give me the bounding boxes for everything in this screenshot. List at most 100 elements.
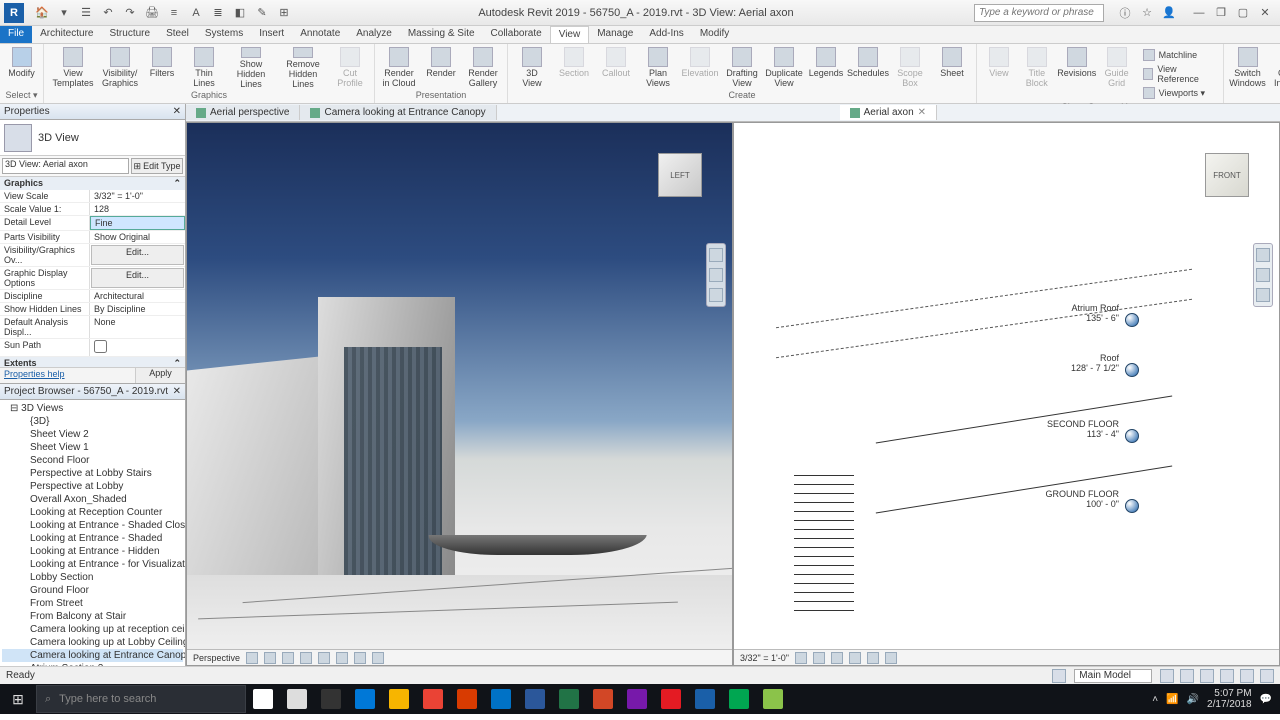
select-links-icon[interactable] bbox=[1180, 669, 1194, 683]
ribbon-sheet[interactable]: Sheet bbox=[932, 46, 972, 90]
menu-tab-file[interactable]: File bbox=[0, 26, 32, 43]
workset-icon[interactable] bbox=[1052, 669, 1066, 683]
design-options-selector[interactable]: Main Model bbox=[1074, 669, 1152, 683]
instance-selector[interactable]: 3D View: Aerial axon bbox=[2, 158, 129, 174]
taskbar-app[interactable] bbox=[552, 684, 586, 714]
menu-tab-modify[interactable]: Modify bbox=[692, 26, 737, 43]
tray-up-icon[interactable]: ˄ bbox=[1152, 694, 1158, 705]
ribbon-render[interactable]: Render bbox=[421, 46, 461, 90]
taskbar-app[interactable] bbox=[518, 684, 552, 714]
lock-icon[interactable] bbox=[354, 652, 366, 664]
tree-item[interactable]: Looking at Entrance - for Visualizatio bbox=[2, 558, 183, 571]
ribbon-schedules[interactable]: Schedules bbox=[848, 46, 888, 90]
tree-item[interactable]: From Street bbox=[2, 597, 183, 610]
tree-item[interactable]: Lobby Section bbox=[2, 571, 183, 584]
menu-tab-annotate[interactable]: Annotate bbox=[292, 26, 348, 43]
tree-item[interactable]: Camera looking at Entrance Canopy bbox=[2, 649, 183, 662]
drag-icon[interactable] bbox=[1260, 669, 1274, 683]
tree-item[interactable]: Ground Floor bbox=[2, 584, 183, 597]
sun-path-icon[interactable] bbox=[282, 652, 294, 664]
taskbar-app[interactable] bbox=[348, 684, 382, 714]
type-selector[interactable]: 3D View bbox=[0, 120, 185, 156]
taskbar-app[interactable] bbox=[756, 684, 790, 714]
menu-tab-manage[interactable]: Manage bbox=[589, 26, 641, 43]
tree-item[interactable]: Camera looking up at reception ceilin bbox=[2, 623, 183, 636]
viewcube-left[interactable]: LEFT bbox=[658, 153, 702, 197]
prop-value[interactable] bbox=[90, 339, 185, 356]
tree-item[interactable]: Second Floor bbox=[2, 454, 183, 467]
tab-close-icon[interactable]: ✕ bbox=[918, 107, 926, 118]
select-pinned-icon[interactable] bbox=[1220, 669, 1234, 683]
visual-style-icon[interactable] bbox=[813, 652, 825, 664]
project-browser-close-icon[interactable]: ✕ bbox=[173, 386, 181, 397]
prop-value[interactable]: By Discipline bbox=[90, 303, 185, 315]
qat-button[interactable]: ✎ bbox=[254, 5, 270, 21]
qat-button[interactable]: A bbox=[188, 5, 204, 21]
ribbon-remove-hidden-lines[interactable]: RemoveHidden Lines bbox=[278, 46, 328, 90]
qat-button[interactable]: ⊞ bbox=[276, 5, 292, 21]
properties-help-link[interactable]: Properties help bbox=[0, 368, 135, 383]
shadows-icon[interactable] bbox=[849, 652, 861, 664]
view-tab[interactable]: Camera looking at Entrance Canopy bbox=[300, 105, 496, 120]
qat-button[interactable]: ≡ bbox=[166, 5, 182, 21]
tree-item[interactable]: Looking at Entrance - Shaded bbox=[2, 532, 183, 545]
tree-item[interactable]: Perspective at Lobby bbox=[2, 480, 183, 493]
tree-item[interactable]: From Balcony at Stair bbox=[2, 610, 183, 623]
taskbar-app[interactable] bbox=[280, 684, 314, 714]
taskbar-clock[interactable]: 5:07 PM2/17/2018 bbox=[1207, 688, 1252, 710]
tree-item[interactable]: Sheet View 2 bbox=[2, 428, 183, 441]
tray-network-icon[interactable]: 📶 bbox=[1166, 694, 1178, 705]
level-marker[interactable] bbox=[1125, 363, 1139, 377]
qat-button[interactable]: ◧ bbox=[232, 5, 248, 21]
taskbar-app[interactable] bbox=[586, 684, 620, 714]
viewport-axon[interactable]: FRONT Atrium Roof135' - 6"Roof128' - 7 1… bbox=[733, 122, 1280, 666]
taskbar-app[interactable] bbox=[484, 684, 518, 714]
ribbon-drafting-view[interactable]: DraftingView bbox=[722, 46, 762, 90]
scale-label[interactable]: 3/32" = 1'-0" bbox=[740, 653, 789, 663]
select-face-icon[interactable] bbox=[1240, 669, 1254, 683]
start-button[interactable]: ⊞ bbox=[0, 684, 36, 714]
menu-tab-massingsite[interactable]: Massing & Site bbox=[400, 26, 483, 43]
scale-label[interactable]: Perspective bbox=[193, 653, 240, 663]
view-tab[interactable]: Aerial perspective bbox=[186, 105, 300, 120]
reveal-hidden-icon[interactable] bbox=[372, 652, 384, 664]
ribbon-matchline[interactable]: Matchline bbox=[1139, 48, 1217, 62]
taskbar-app[interactable] bbox=[416, 684, 450, 714]
crop-icon[interactable] bbox=[318, 652, 330, 664]
ribbon-close-inactive[interactable]: CloseInactive bbox=[1270, 46, 1280, 90]
qat-button[interactable]: ▾ bbox=[56, 5, 72, 21]
menu-tab-analyze[interactable]: Analyze bbox=[348, 26, 400, 43]
sun-path-icon[interactable] bbox=[831, 652, 843, 664]
qat-button[interactable]: 🏠 bbox=[34, 5, 50, 21]
shadows-icon[interactable] bbox=[300, 652, 312, 664]
menu-tab-architecture[interactable]: Architecture bbox=[32, 26, 101, 43]
tree-item[interactable]: Atrium Section 2 bbox=[2, 662, 183, 666]
tree-item[interactable]: Sheet View 1 bbox=[2, 441, 183, 454]
ribbon-show-hidden-lines[interactable]: ShowHidden Lines bbox=[226, 46, 276, 90]
ribbon-render-gallery[interactable]: RenderGallery bbox=[463, 46, 503, 90]
close-button[interactable]: ✕ bbox=[1256, 4, 1274, 22]
menu-tab-structure[interactable]: Structure bbox=[101, 26, 158, 43]
help-search-input[interactable] bbox=[974, 4, 1104, 22]
crop-region-icon[interactable] bbox=[336, 652, 348, 664]
taskbar-app[interactable] bbox=[382, 684, 416, 714]
select-dropdown[interactable]: Select ▾ bbox=[4, 90, 39, 101]
star-icon[interactable]: ☆ bbox=[1138, 4, 1156, 22]
nav-zoom-icon[interactable] bbox=[709, 288, 723, 302]
tree-item[interactable]: Overall Axon_Shaded bbox=[2, 493, 183, 506]
menu-tab-view[interactable]: View bbox=[550, 26, 590, 43]
level-marker[interactable] bbox=[1125, 499, 1139, 513]
signin-icon[interactable]: 👤 bbox=[1160, 4, 1178, 22]
qat-button[interactable]: ≣ bbox=[210, 5, 226, 21]
prop-value[interactable]: Edit... bbox=[91, 245, 184, 265]
reveal-hidden-icon[interactable] bbox=[885, 652, 897, 664]
qat-button[interactable]: ☰ bbox=[78, 5, 94, 21]
prop-category[interactable]: Graphics⌃ bbox=[0, 177, 185, 190]
edit-type-button[interactable]: ⊞Edit Type bbox=[131, 158, 183, 174]
ribbon-plan-views[interactable]: PlanViews bbox=[638, 46, 678, 90]
prop-value[interactable]: 3/32" = 1'-0" bbox=[90, 190, 185, 202]
tree-category[interactable]: ⊟ 3D Views bbox=[2, 402, 183, 415]
ribbon-switch-windows[interactable]: SwitchWindows bbox=[1228, 46, 1268, 90]
ribbon-duplicate-view[interactable]: DuplicateView bbox=[764, 46, 804, 90]
taskbar-app[interactable] bbox=[654, 684, 688, 714]
